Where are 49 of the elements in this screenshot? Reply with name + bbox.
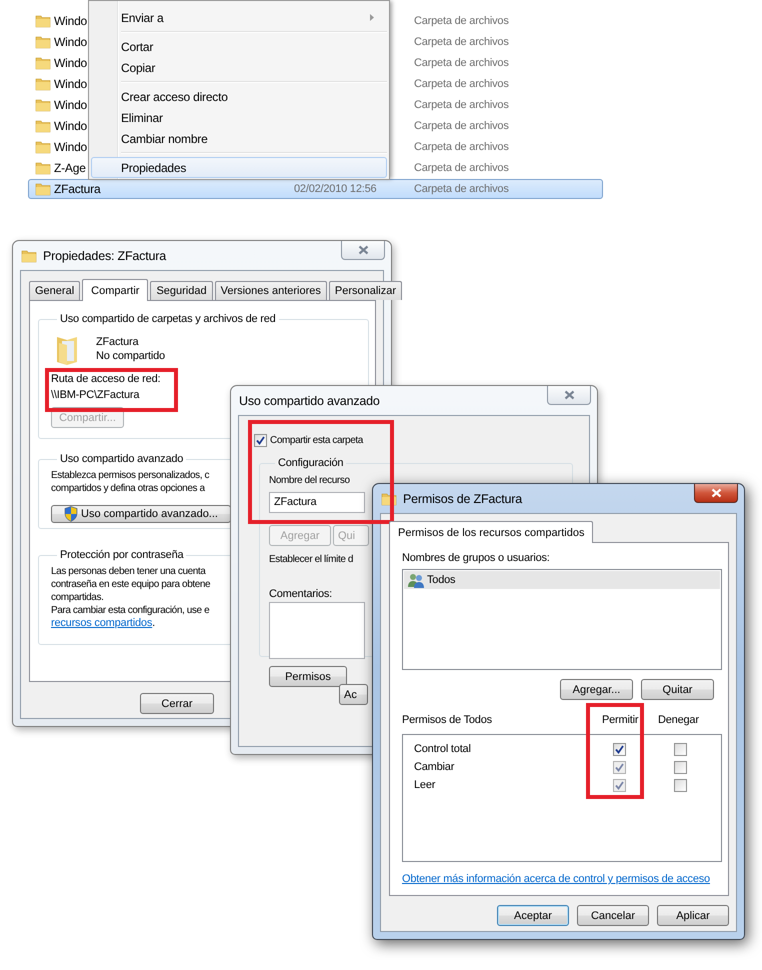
checkbox-label: Compartir esta carpeta	[270, 435, 363, 446]
file-type: Carpeta de archivos	[414, 141, 510, 153]
file-type: Carpeta de archivos	[414, 36, 510, 48]
path-label: Ruta de acceso de red:	[51, 372, 160, 387]
permission-name: Leer	[414, 779, 436, 791]
file-name: Windo	[54, 98, 88, 112]
file-type: Carpeta de archivos	[414, 57, 510, 69]
file-type: Carpeta de archivos	[414, 99, 510, 111]
column-header: Denegar	[658, 714, 700, 726]
file-date: 02/02/2010 12:56	[294, 183, 376, 195]
description-text: Las personas deben tener una cuenta	[51, 565, 206, 578]
description-text: Para cambiar esta configuración, use e	[51, 604, 210, 617]
window-title: Uso compartido avanzado	[239, 394, 380, 408]
description-text: compartidas.	[51, 591, 104, 604]
file-type: Carpeta de archivos	[414, 78, 510, 90]
description-text: contraseña en este equipo para obtene	[51, 578, 210, 591]
field-label: Comentarios:	[269, 587, 332, 602]
share-status: No compartido	[96, 350, 165, 362]
file-name: Windo	[54, 56, 88, 70]
file-name: Windo	[54, 35, 88, 49]
file-name: ZFactura	[54, 182, 100, 196]
folder-name: ZFactura	[96, 336, 140, 348]
file-type: Carpeta de archivos	[414, 162, 510, 174]
period-text: .	[152, 617, 156, 629]
file-type: Carpeta de archivos	[414, 183, 510, 195]
file-type: Carpeta de archivos	[414, 120, 510, 132]
permission-name: Control total	[414, 743, 472, 755]
description-text: compartidos y defina otras opciones a	[51, 482, 205, 495]
file-name: Windo	[54, 140, 88, 154]
file-type: Carpeta de archivos	[414, 15, 510, 27]
file-name: Z-Age	[54, 161, 86, 175]
column-header: Permitir	[602, 714, 640, 726]
window-title: Propiedades: ZFactura	[43, 249, 166, 263]
group-title: Uso compartido de carpetas y archivos de red	[59, 313, 277, 325]
field-label: Establecer el límite d	[269, 553, 354, 567]
list-label: Nombres de grupos o usuarios:	[402, 551, 550, 566]
network-path: \\IBM-PC\ZFactura	[51, 388, 140, 403]
file-name: Windo	[54, 119, 88, 133]
group-title: Uso compartido avanzado	[59, 453, 184, 465]
field-label: Nombre del recurso	[269, 474, 350, 488]
permission-name: Cambiar	[414, 761, 456, 773]
group-title: Configuración	[277, 457, 344, 469]
file-name: Windo	[54, 77, 88, 91]
group-title: Protección por contraseña	[59, 549, 185, 561]
file-name: Windo	[54, 14, 88, 28]
column-header: Permisos de Todos	[402, 714, 493, 726]
window-title: Permisos de ZFactura	[403, 492, 522, 506]
description-text: Establezca permisos personalizados, c	[51, 469, 210, 482]
user-name: Todos	[427, 574, 456, 586]
